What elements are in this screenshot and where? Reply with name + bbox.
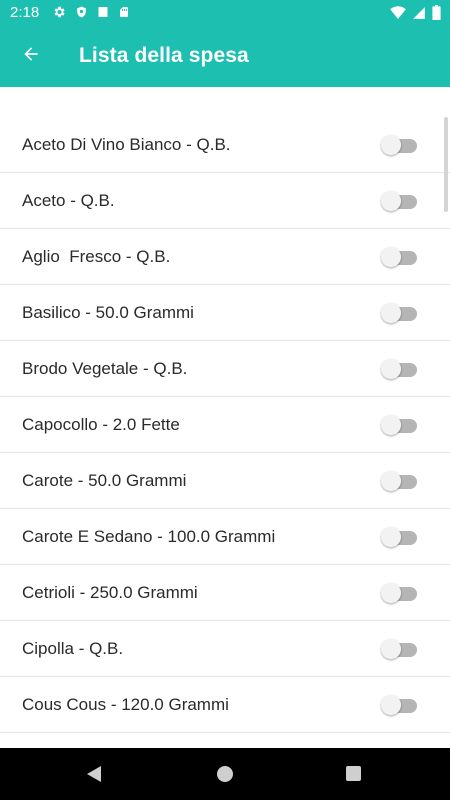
settings-icon: [52, 5, 66, 24]
list-item[interactable]: Aceto - Q.B.: [0, 173, 450, 229]
list-item-label: Aglio Fresco - Q.B.: [22, 246, 171, 266]
arrow-back-icon: [21, 44, 41, 69]
list-item[interactable]: Cetrioli - 250.0 Grammi: [0, 565, 450, 621]
item-toggle-switch[interactable]: [381, 190, 417, 211]
back-triangle-icon[interactable]: [86, 765, 102, 788]
list-item[interactable]: Cipolla - Q.B.: [0, 621, 450, 677]
app-bar: Lista della spesa: [0, 25, 450, 87]
status-left-icons: [52, 5, 130, 24]
wifi-icon: [390, 6, 406, 24]
recents-square-icon[interactable]: [346, 766, 361, 781]
item-toggle-switch[interactable]: [381, 246, 417, 267]
list-item[interactable]: Carote - 50.0 Grammi: [0, 453, 450, 509]
status-bar: 2:18: [0, 0, 450, 25]
page-title: Lista della spesa: [79, 44, 249, 67]
list-item[interactable]: Cous Cous - 120.0 Grammi: [0, 677, 450, 733]
list-item-label: Cetrioli - 250.0 Grammi: [22, 582, 198, 602]
list-item[interactable]: Brodo Vegetale - Q.B.: [0, 341, 450, 397]
list-item[interactable]: Aglio Fresco - Q.B.: [0, 229, 450, 285]
item-toggle-switch[interactable]: [381, 414, 417, 435]
switch-thumb: [381, 246, 401, 267]
item-toggle-switch[interactable]: [381, 358, 417, 379]
nav-bar: [0, 748, 450, 800]
switch-thumb: [381, 190, 401, 211]
sd-card-icon: [97, 5, 109, 24]
switch-thumb: [381, 582, 401, 603]
item-toggle-switch[interactable]: [381, 134, 417, 155]
sim-icon: [118, 5, 130, 24]
list-item-label: Capocollo - 2.0 Fette: [22, 414, 180, 434]
list-item-label: Brodo Vegetale - Q.B.: [22, 358, 188, 378]
list-item-label: Aceto Di Vino Bianco - Q.B.: [22, 134, 231, 154]
switch-thumb: [381, 694, 401, 715]
list-item[interactable]: Basilico - 50.0 Grammi: [0, 285, 450, 341]
item-toggle-switch[interactable]: [381, 302, 417, 323]
status-right-icons: [390, 5, 441, 25]
battery-icon: [432, 5, 441, 25]
cell-signal-icon: [412, 6, 426, 25]
list-item-label: Cipolla - Q.B.: [22, 638, 124, 658]
list-item[interactable]: Aceto Di Vino Bianco - Q.B.: [0, 117, 450, 173]
item-toggle-switch[interactable]: [381, 470, 417, 491]
list-item-label: Cous Cous - 120.0 Grammi: [22, 694, 229, 714]
list-item[interactable]: [0, 733, 450, 747]
list-item-label: Carote E Sedano - 100.0 Grammi: [22, 526, 276, 546]
list-item-label: Basilico - 50.0 Grammi: [22, 302, 194, 322]
switch-thumb: [381, 638, 401, 659]
list-item[interactable]: Capocollo - 2.0 Fette: [0, 397, 450, 453]
item-toggle-switch[interactable]: [381, 694, 417, 715]
shopping-list[interactable]: Aceto Di Vino Bianco - Q.B. Aceto - Q.B. A…: [0, 117, 450, 747]
switch-thumb: [381, 134, 401, 155]
shield-icon: [75, 5, 88, 24]
switch-thumb: [381, 470, 401, 491]
list-item-label: Aceto - Q.B.: [22, 190, 115, 210]
list-item-label: Carote - 50.0 Grammi: [22, 470, 187, 490]
scrollbar[interactable]: [444, 117, 448, 212]
item-toggle-switch[interactable]: [381, 638, 417, 659]
switch-thumb: [381, 414, 401, 435]
back-button[interactable]: [12, 37, 50, 75]
home-circle-icon[interactable]: [217, 766, 233, 782]
status-time: 2:18: [10, 4, 40, 21]
item-toggle-switch[interactable]: [381, 526, 417, 547]
switch-thumb: [381, 358, 401, 379]
item-toggle-switch[interactable]: [381, 582, 417, 603]
switch-thumb: [381, 302, 401, 323]
list-item[interactable]: Carote E Sedano - 100.0 Grammi: [0, 509, 450, 565]
switch-thumb: [381, 526, 401, 547]
